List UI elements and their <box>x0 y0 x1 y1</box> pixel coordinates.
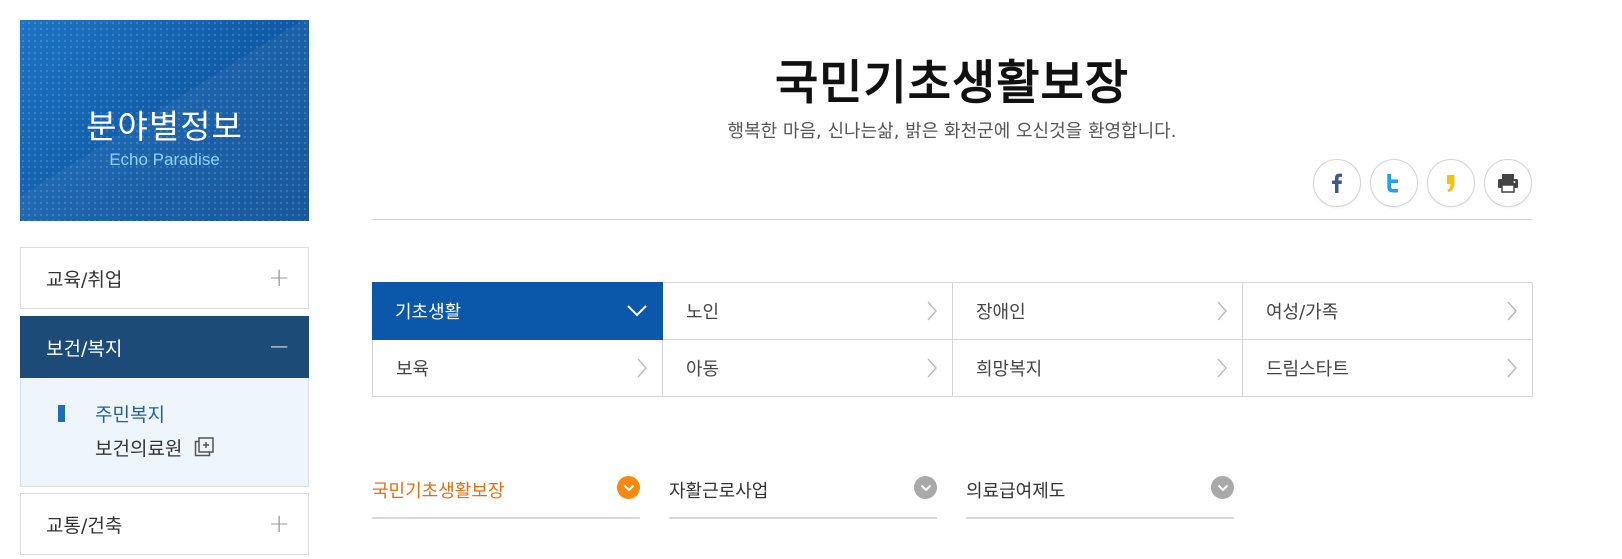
sidebar-submenu: 주민복지 보건의료원 <box>20 378 309 487</box>
category-hope-welfare[interactable]: 희망복지 <box>953 340 1243 397</box>
print-button[interactable] <box>1484 159 1532 207</box>
category-label: 희망복지 <box>976 359 1043 380</box>
category-label: 아동 <box>686 359 720 380</box>
category-label: 드림스타트 <box>1266 359 1349 380</box>
category-label: 노인 <box>686 302 720 323</box>
submenu-item-label: 보건의료원 <box>95 437 183 460</box>
sidebar-item-label: 보건/복지 <box>46 337 123 360</box>
submenu-item-resident-welfare[interactable]: 주민복지 <box>21 396 308 430</box>
section-banner: 분야별정보 Echo Paradise <box>20 20 309 221</box>
category-basic-living[interactable]: 기초생활 <box>372 282 663 340</box>
sidebar-item-education[interactable]: 교육/취업 + <box>20 247 309 309</box>
category-grid: 기초생활 노인 장애인 여성/가족 보육 아동 희망복지 드림스타트 <box>372 282 1533 397</box>
subtab-label: 국민기초생활보장 <box>372 481 505 502</box>
plus-icon: + <box>268 263 290 293</box>
page-title: 국민기초생활보장 <box>775 56 1129 111</box>
subtab-basic-livelihood[interactable]: 국민기초생활보장 <box>372 470 640 519</box>
chevron-right-icon <box>927 358 938 378</box>
category-label: 기초생활 <box>395 301 462 323</box>
category-disabled[interactable]: 장애인 <box>953 283 1243 340</box>
facebook-icon <box>1332 173 1342 193</box>
facebook-share-button[interactable] <box>1313 159 1361 207</box>
subtab-label: 의료급여제도 <box>966 481 1066 502</box>
twitter-share-button[interactable] <box>1370 159 1418 207</box>
category-dream-start[interactable]: 드림스타트 <box>1243 340 1533 397</box>
category-label: 보육 <box>396 359 430 380</box>
banner-title: 분야별정보 <box>86 107 243 146</box>
subtab-self-support-work[interactable]: 자활근로사업 <box>669 470 937 519</box>
chevron-right-icon <box>1507 358 1518 378</box>
chevron-down-icon <box>1211 476 1234 499</box>
category-childcare[interactable]: 보육 <box>373 340 663 397</box>
subtab-medical-benefit[interactable]: 의료급여제도 <box>966 470 1234 519</box>
page-welcome-text: 행복한 마음, 신나는삶, 밝은 화천군에 오신것을 환영합니다. <box>727 121 1177 142</box>
kakaostory-icon <box>1447 175 1455 193</box>
sidebar-item-label: 교육/취업 <box>46 268 123 291</box>
chevron-down-icon <box>627 304 647 316</box>
new-window-icon <box>195 437 215 457</box>
submenu-item-label: 주민복지 <box>95 403 165 426</box>
category-label: 여성/가족 <box>1266 302 1339 323</box>
category-women-family[interactable]: 여성/가족 <box>1243 283 1533 340</box>
chevron-right-icon <box>1507 301 1518 321</box>
header-divider <box>372 219 1532 220</box>
banner-subtitle: Echo Paradise <box>109 150 220 169</box>
chevron-right-icon <box>927 301 938 321</box>
subtab-label: 자활근로사업 <box>669 481 769 502</box>
print-icon <box>1498 174 1518 193</box>
chevron-down-icon <box>617 476 640 499</box>
chevron-down-icon <box>914 476 937 499</box>
chevron-right-icon <box>1217 358 1228 378</box>
plus-icon: + <box>268 509 290 539</box>
category-children[interactable]: 아동 <box>663 340 953 397</box>
sidebar-item-traffic[interactable]: 교통/건축 + <box>20 493 309 555</box>
category-elderly[interactable]: 노인 <box>663 283 953 340</box>
chevron-right-icon <box>1217 301 1228 321</box>
submenu-item-health-center[interactable]: 보건의료원 <box>21 430 308 464</box>
sidebar-item-health-welfare[interactable]: 보건/복지 − <box>20 316 309 378</box>
minus-icon: − <box>268 332 290 362</box>
chevron-right-icon <box>637 358 648 378</box>
sidebar-item-label: 교통/건축 <box>46 514 123 537</box>
twitter-icon <box>1387 174 1398 193</box>
kakaostory-share-button[interactable] <box>1427 159 1475 207</box>
category-label: 장애인 <box>976 302 1026 323</box>
